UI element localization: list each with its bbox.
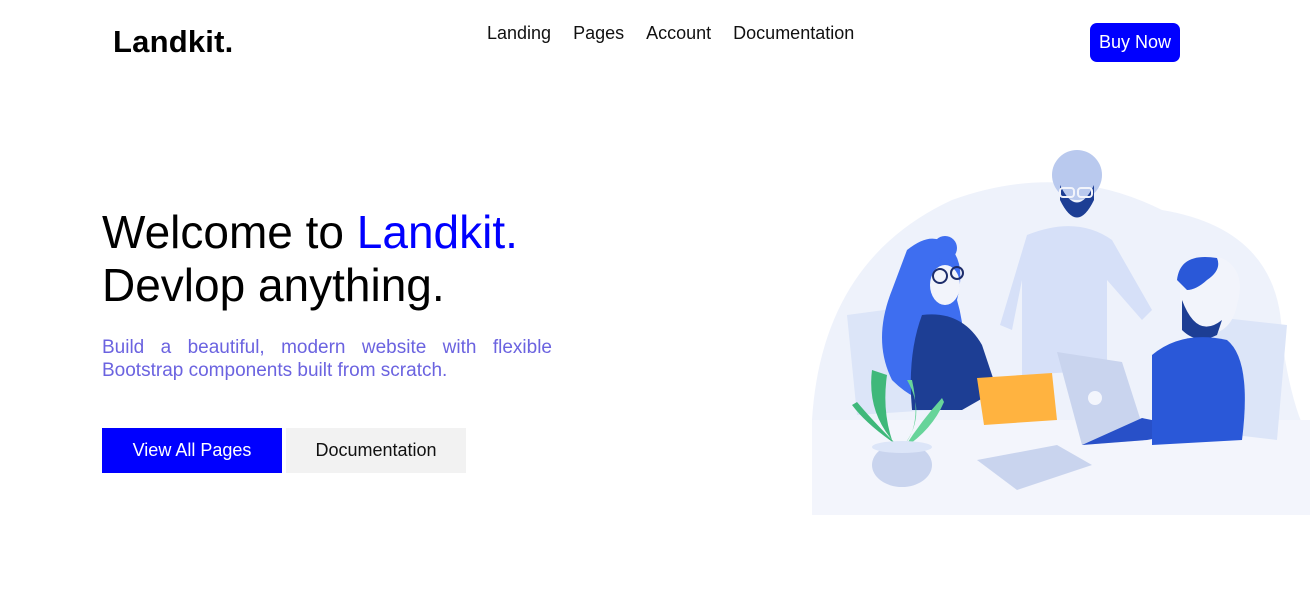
documentation-button[interactable]: Documentation <box>286 428 466 473</box>
nav-item-pages[interactable]: Pages <box>573 22 624 44</box>
nav-item-account[interactable]: Account <box>646 22 711 44</box>
hero-subtitle: Build a beautiful, modern website with f… <box>102 337 552 381</box>
main-nav: Landing Pages Account Documentation <box>487 22 876 44</box>
hero-title: Welcome to Landkit. Devlop anything. <box>102 206 518 312</box>
hero-title-part1: Welcome to <box>102 206 357 258</box>
view-all-pages-button[interactable]: View All Pages <box>102 428 282 473</box>
nav-item-landing[interactable]: Landing <box>487 22 551 44</box>
hero-title-line2: Devlop anything. <box>102 259 445 311</box>
nav-item-documentation[interactable]: Documentation <box>733 22 854 44</box>
brand-logo[interactable]: Landkit. <box>113 24 233 60</box>
buy-now-button[interactable]: Buy Now <box>1090 23 1180 62</box>
hero-title-brand: Landkit. <box>356 206 518 258</box>
team-working-illustration <box>812 150 1310 515</box>
